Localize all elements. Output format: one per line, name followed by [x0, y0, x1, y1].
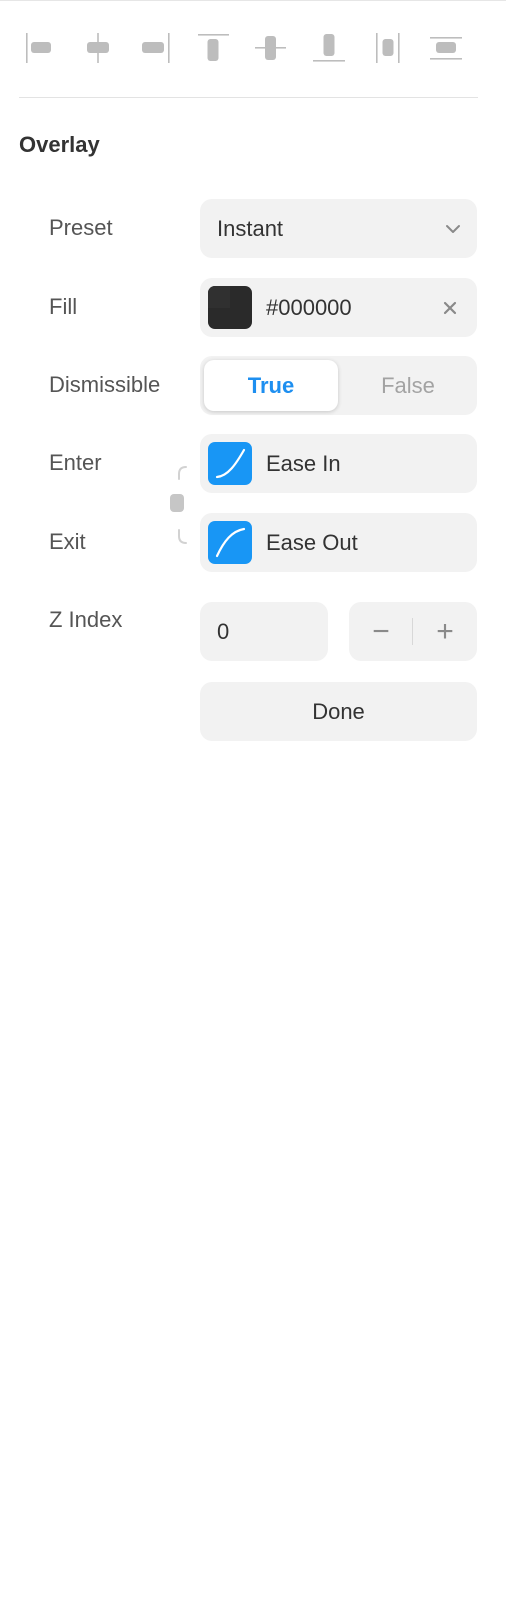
align-top-icon	[198, 34, 229, 61]
z-index-input[interactable]: 0	[200, 602, 328, 661]
ease-out-curve-icon	[208, 521, 252, 564]
increment-button[interactable]: +	[413, 602, 477, 661]
ease-in-curve-icon	[208, 442, 252, 485]
distribute-vertical-button[interactable]	[426, 24, 466, 70]
exit-transition-field[interactable]: Ease Out	[200, 513, 477, 572]
align-horizontal-center-icon	[87, 33, 109, 63]
segment-false[interactable]: False	[341, 360, 475, 411]
segment-true[interactable]: True	[204, 360, 338, 411]
fill-field[interactable]: #000000	[200, 278, 477, 337]
fill-label: Fill	[49, 294, 78, 319]
link-icon[interactable]	[170, 466, 194, 544]
enter-transition-field[interactable]: Ease In	[200, 434, 477, 493]
align-vertical-center-button[interactable]	[250, 24, 290, 70]
overlay-properties-panel: Overlay Preset Instant Fill #000000 Dism…	[0, 0, 506, 1601]
distribute-vertical-icon	[430, 37, 462, 60]
align-right-icon	[142, 33, 170, 63]
enter-label: Enter	[49, 450, 102, 475]
dismissible-label: Dismissible	[49, 372, 161, 397]
color-swatch[interactable]	[208, 286, 252, 329]
exit-value: Ease Out	[266, 530, 358, 555]
exit-label: Exit	[49, 529, 86, 554]
distribute-horizontal-icon	[376, 33, 400, 63]
align-bottom-icon	[313, 34, 345, 62]
preset-value: Instant	[217, 216, 284, 241]
align-left-button[interactable]	[20, 24, 60, 70]
done-button[interactable]: Done	[200, 682, 477, 741]
align-left-icon	[26, 33, 51, 63]
decrement-button[interactable]: −	[349, 602, 413, 661]
close-icon[interactable]	[439, 297, 461, 319]
section-title: Overlay	[19, 132, 100, 157]
z-index-stepper: − +	[349, 602, 477, 661]
chevron-down-icon	[446, 225, 460, 233]
preset-select[interactable]: Instant	[200, 199, 477, 258]
align-horizontal-center-button[interactable]	[78, 24, 118, 70]
alignment-toolbar	[20, 24, 478, 70]
align-vertical-center-icon	[255, 36, 286, 60]
section-divider	[19, 97, 478, 98]
dismissible-segmented-control: True False	[200, 356, 477, 415]
preset-label: Preset	[49, 215, 113, 240]
enter-value: Ease In	[266, 451, 341, 476]
align-bottom-button[interactable]	[308, 24, 348, 70]
z-index-label: Z Index	[49, 607, 123, 632]
align-top-button[interactable]	[193, 24, 233, 70]
distribute-horizontal-button[interactable]	[366, 24, 406, 70]
z-index-value: 0	[217, 619, 230, 644]
align-right-button[interactable]	[135, 24, 175, 70]
fill-value[interactable]: #000000	[266, 278, 352, 337]
top-border	[0, 0, 506, 1]
